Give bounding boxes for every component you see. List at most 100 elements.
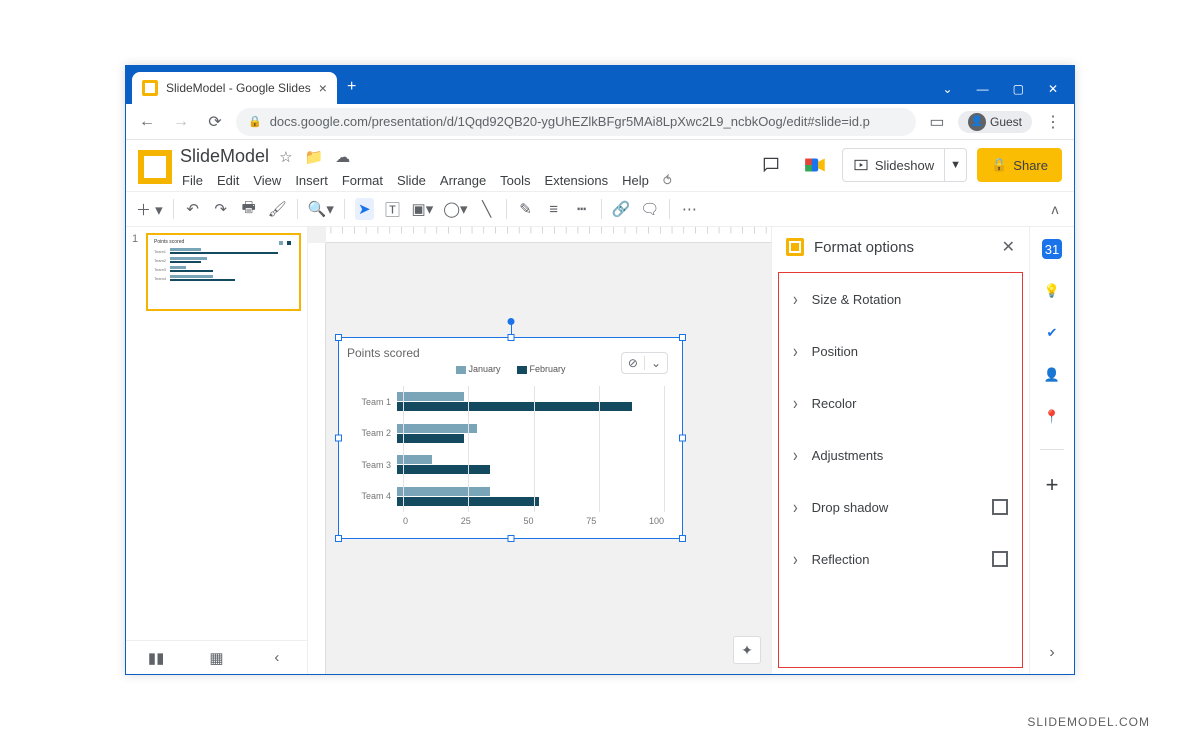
checkbox[interactable]: [992, 551, 1008, 567]
slide-thumbnail[interactable]: Points scored Team1 Team2 Team3 Team4: [146, 233, 301, 311]
profile-button[interactable]: 👤 Guest: [958, 111, 1032, 133]
border-weight-tool[interactable]: ≡: [545, 201, 563, 218]
grid-view-icon[interactable]: ▦: [186, 649, 246, 667]
lock-icon: 🔒: [991, 157, 1007, 173]
more-button[interactable]: ⋯: [680, 200, 698, 218]
browser-tab[interactable]: SlideModel - Google Slides ×: [132, 72, 337, 104]
menu-edit[interactable]: Edit: [215, 171, 241, 191]
checkbox[interactable]: [992, 499, 1008, 515]
menu-slide[interactable]: Slide: [395, 171, 428, 191]
window-controls: ⌄ — ▢ ✕: [927, 82, 1074, 104]
keep-icon[interactable]: 💡: [1042, 281, 1062, 301]
format-option-label: Adjustments: [812, 448, 884, 463]
linked-dropdown-icon[interactable]: ⌄: [645, 356, 667, 370]
cloud-status-icon[interactable]: ☁: [335, 148, 350, 166]
forward-button: →: [168, 113, 194, 131]
format-option-drop-shadow[interactable]: ›Drop shadow: [779, 481, 1022, 533]
selected-chart-object[interactable]: Points scored January February ⊘ ⌄ Team …: [338, 337, 683, 539]
maps-icon[interactable]: 📍: [1042, 407, 1062, 427]
vertical-ruler: [308, 243, 326, 674]
line-tool[interactable]: ╲: [478, 200, 496, 218]
close-window-icon[interactable]: ✕: [1048, 82, 1058, 96]
resize-handle[interactable]: [679, 435, 686, 442]
collapse-toolbar-button[interactable]: ʌ: [1046, 201, 1064, 217]
resize-handle[interactable]: [679, 334, 686, 341]
menu-tools[interactable]: Tools: [498, 171, 532, 191]
address-bar: ← → ⟳ 🔒 docs.google.com/presentation/d/1…: [126, 104, 1074, 140]
resize-handle[interactable]: [507, 334, 514, 341]
redo-button[interactable]: ↷: [212, 200, 230, 218]
comments-button[interactable]: [754, 148, 788, 182]
select-tool[interactable]: ➤: [355, 198, 374, 220]
slideshow-button[interactable]: Slideshow: [842, 148, 945, 182]
chevron-right-icon: ›: [793, 497, 798, 518]
comment-button[interactable]: 🗨: [640, 200, 659, 218]
close-tab-icon[interactable]: ×: [319, 80, 327, 96]
expand-sidepanel-icon[interactable]: ›: [1049, 644, 1054, 662]
reload-button[interactable]: ⟳: [202, 112, 228, 132]
shape-tool[interactable]: ◯▾: [443, 200, 467, 218]
last-edit-icon[interactable]: ⥀: [661, 171, 674, 191]
chevron-down-icon[interactable]: ⌄: [943, 82, 953, 96]
move-icon[interactable]: 📁: [305, 148, 324, 166]
undo-button[interactable]: ↶: [184, 200, 202, 218]
format-option-recolor[interactable]: ›Recolor: [779, 377, 1022, 429]
slides-logo-icon[interactable]: [138, 150, 172, 184]
format-option-reflection[interactable]: ›Reflection: [779, 533, 1022, 585]
link-button[interactable]: 🔗: [612, 200, 631, 218]
paint-format-button[interactable]: 🖌: [268, 200, 287, 218]
format-option-position[interactable]: ›Position: [779, 325, 1022, 377]
slides-favicon-icon: [142, 80, 158, 96]
filmstrip-view-icon[interactable]: ▮▮: [126, 649, 186, 667]
url-text: docs.google.com/presentation/d/1Qqd92QB2…: [270, 114, 870, 129]
menu-insert[interactable]: Insert: [293, 171, 330, 191]
menu-arrange[interactable]: Arrange: [438, 171, 488, 191]
resize-handle[interactable]: [335, 435, 342, 442]
document-title[interactable]: SlideModel: [180, 146, 269, 167]
url-field[interactable]: 🔒 docs.google.com/presentation/d/1Qqd92Q…: [236, 108, 916, 136]
menu-help[interactable]: Help: [620, 171, 651, 191]
resize-handle[interactable]: [335, 334, 342, 341]
contacts-icon[interactable]: 👤: [1042, 365, 1062, 385]
resize-handle[interactable]: [335, 535, 342, 542]
chrome-menu-icon[interactable]: ⋮: [1040, 112, 1066, 132]
format-options-title: Format options: [814, 239, 914, 256]
menu-format[interactable]: Format: [340, 171, 385, 191]
resize-handle[interactable]: [679, 535, 686, 542]
zoom-button[interactable]: 🔍▾: [308, 200, 334, 218]
highlighted-section: ›Size & Rotation›Position›Recolor›Adjust…: [778, 272, 1023, 668]
format-option-adjustments[interactable]: ›Adjustments: [779, 429, 1022, 481]
close-panel-button[interactable]: ✕: [1002, 237, 1015, 257]
reading-list-icon[interactable]: ▭: [924, 112, 950, 132]
content-area: 1 Points scored Team1 Team2 Team3 Team4 …: [126, 227, 1074, 674]
print-button[interactable]: 🖶: [240, 197, 258, 222]
explore-button[interactable]: ✦: [733, 636, 761, 664]
border-dash-tool[interactable]: ┅: [573, 200, 591, 218]
tasks-icon[interactable]: ✔: [1042, 323, 1062, 343]
image-tool[interactable]: ▣▾: [412, 200, 434, 218]
back-button[interactable]: ←: [134, 113, 160, 131]
unlink-icon[interactable]: ⊘: [622, 356, 644, 370]
slideshow-dropdown[interactable]: ▼: [945, 148, 967, 182]
format-option-size-rotation[interactable]: ›Size & Rotation: [779, 273, 1022, 325]
format-option-label: Position: [812, 344, 858, 359]
textbox-tool[interactable]: 🅃: [384, 199, 402, 220]
calendar-icon[interactable]: 31: [1042, 239, 1062, 259]
linked-chart-controls[interactable]: ⊘ ⌄: [621, 352, 668, 374]
menu-extensions[interactable]: Extensions: [543, 171, 611, 191]
maximize-icon[interactable]: ▢: [1013, 82, 1024, 96]
meet-button[interactable]: [798, 148, 832, 182]
share-button[interactable]: 🔒 Share: [977, 148, 1062, 182]
new-tab-button[interactable]: +: [347, 78, 356, 96]
new-slide-button[interactable]: ＋ ▾: [136, 199, 163, 220]
chart: Points scored January February ⊘ ⌄ Team …: [347, 346, 674, 530]
menu-file[interactable]: File: [180, 171, 205, 191]
add-addon-button[interactable]: +: [1046, 472, 1059, 498]
star-icon[interactable]: ☆: [279, 148, 292, 166]
resize-handle[interactable]: [507, 535, 514, 542]
canvas[interactable]: | | | | | | | | | | | | | | | | | | | | …: [308, 227, 771, 674]
collapse-filmstrip-icon[interactable]: ‹: [247, 649, 307, 666]
menu-view[interactable]: View: [251, 171, 283, 191]
border-color-tool[interactable]: ✎: [517, 200, 535, 218]
minimize-icon[interactable]: —: [977, 82, 989, 96]
